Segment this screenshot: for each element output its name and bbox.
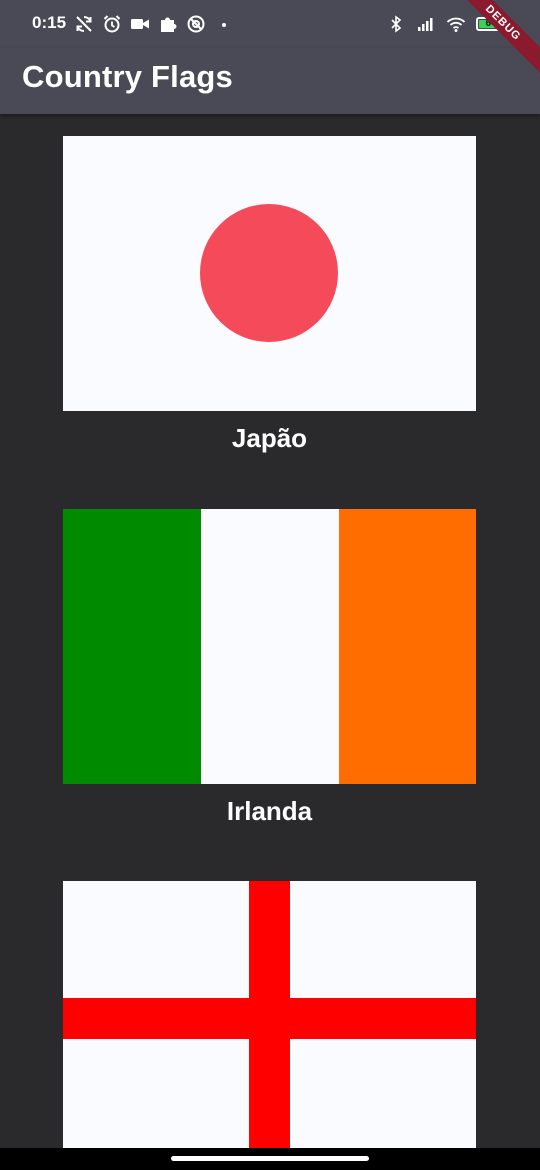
list-item[interactable]: Irlanda <box>63 509 476 830</box>
ireland-white-stripe <box>201 509 339 784</box>
signal-icon <box>418 18 433 31</box>
dot-icon <box>222 23 226 27</box>
app-screen: 0:15 DEBUG Country Flags Japão Irlanda <box>0 0 540 1170</box>
ireland-orange-stripe <box>339 509 476 784</box>
wifi-icon <box>446 17 466 32</box>
status-icons-left <box>74 12 234 36</box>
list-item[interactable]: Japão <box>63 136 476 457</box>
page-title: Country Flags <box>22 59 234 94</box>
status-time: 0:15 <box>32 13 67 32</box>
list-item[interactable] <box>63 881 476 1148</box>
flag-list[interactable]: Japão Irlanda <box>0 114 540 1148</box>
flag-label: Irlanda <box>226 796 313 826</box>
no-sync-icon <box>76 16 92 32</box>
flag-label: Japão <box>231 423 308 453</box>
japan-flag-icon <box>63 136 476 411</box>
ireland-flag-icon <box>63 509 476 784</box>
at-icon <box>187 15 205 33</box>
home-indicator[interactable] <box>171 1156 369 1161</box>
status-bar: 0:15 <box>0 0 540 48</box>
video-icon <box>131 19 149 29</box>
england-cross-horizontal <box>63 998 476 1039</box>
navigation-bar <box>0 1148 540 1170</box>
ireland-green-stripe <box>63 509 201 784</box>
japan-red-disc <box>200 204 338 342</box>
bluetooth-icon <box>391 15 402 33</box>
app-bar: Country Flags <box>0 48 540 114</box>
alarm-icon <box>103 15 121 33</box>
england-flag-icon <box>63 881 476 1148</box>
puzzle-icon <box>161 17 177 32</box>
